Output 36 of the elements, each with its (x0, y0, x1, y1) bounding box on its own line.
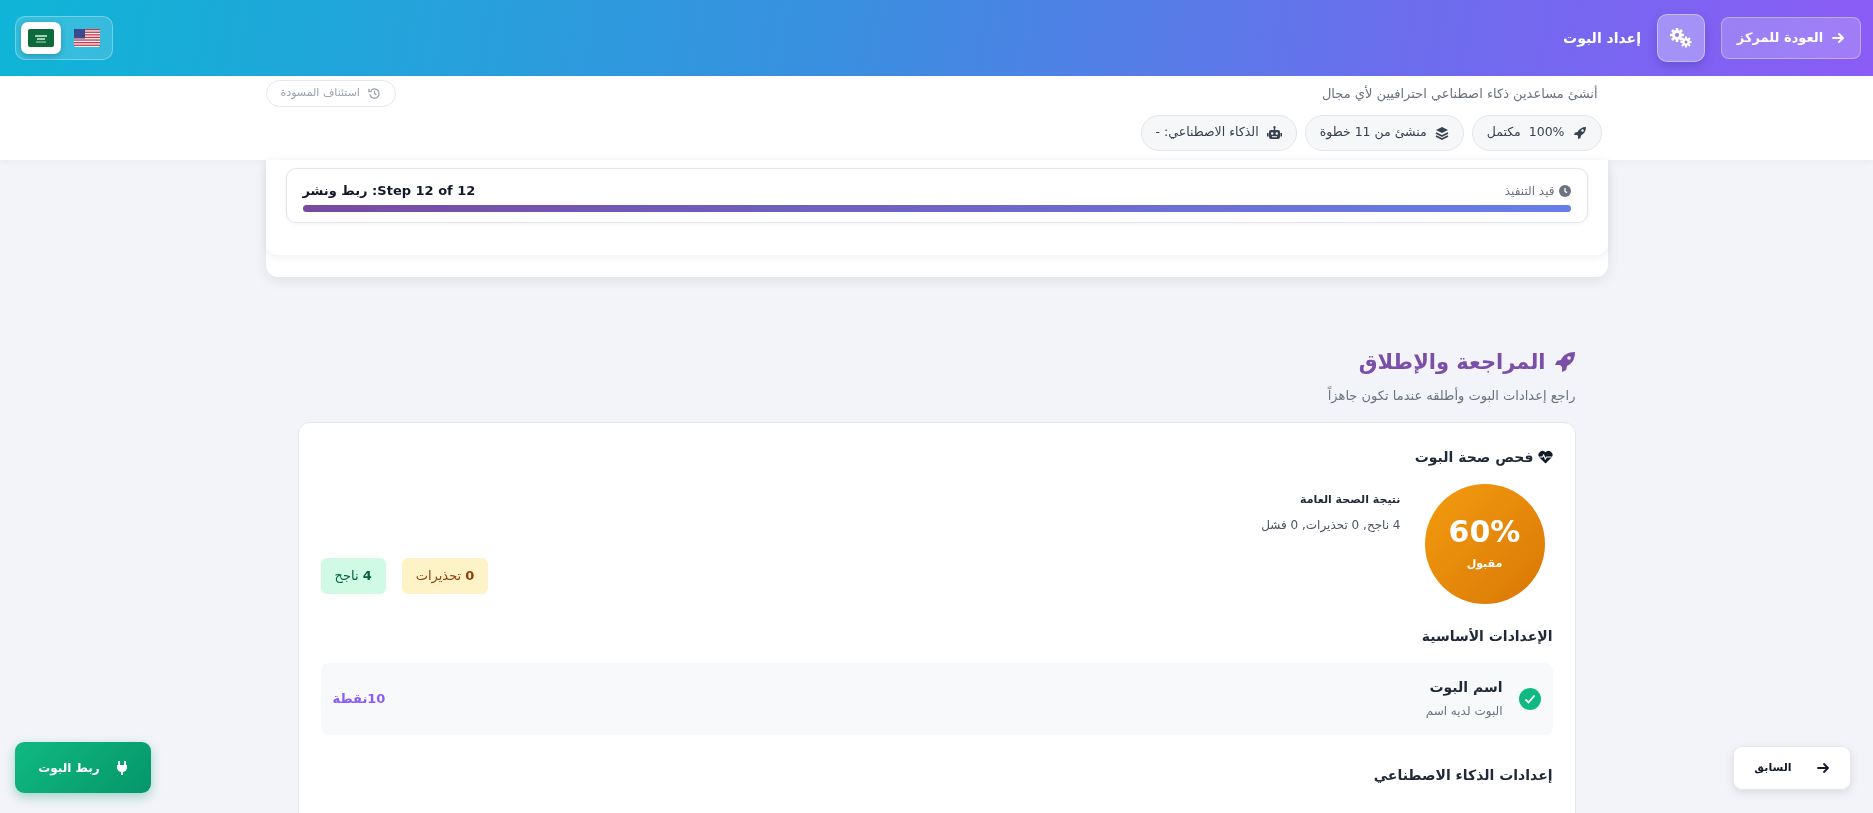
section-subtitle: راجع إعدادات البوت وأطلقه عندما تكون جاهزاً (1326, 386, 1576, 406)
group-title: إعدادات الذكاء الاصطناعي (1372, 765, 1553, 785)
gears-icon (1668, 27, 1694, 49)
rocket-icon (1553, 351, 1576, 374)
group-title: الإعدادات الأساسية (1420, 626, 1553, 646)
arrow-icon (1831, 31, 1846, 45)
previous-button[interactable]: السابق (1733, 746, 1851, 790)
layers-icon (1434, 125, 1449, 140)
resume-draft-button[interactable]: استئناف المسودة (265, 80, 396, 107)
robot-icon (1266, 125, 1282, 140)
card-title: فحص صحة البوت (1414, 447, 1534, 468)
flag-icon (28, 29, 54, 47)
history-icon (367, 86, 381, 100)
summary-title: نتيجة الصحة العامة (1299, 491, 1401, 508)
settings-button[interactable] (1657, 14, 1705, 62)
section-title: المراجعة والإطلاق (1358, 348, 1546, 376)
subtitle: أنشئ مساعدين ذكاء اصطناعي احترافيين لأي مجال (1321, 84, 1598, 103)
step-label: Step 12 of 12: ربط ونشر (302, 182, 476, 200)
arrow-icon (1815, 761, 1830, 775)
page-title: إعداد البوت (1563, 28, 1641, 49)
connect-bot-button[interactable]: ربط البوت (15, 742, 151, 793)
check-name: اسم البوت (1428, 678, 1503, 698)
info-chip: الذكاء الاصطناعي: - (1140, 114, 1297, 151)
points-label: 10نقطة (332, 689, 386, 708)
plug-icon (115, 760, 128, 775)
heart-pulse-icon (1537, 450, 1553, 464)
language-button[interactable] (21, 22, 61, 54)
clock-icon (1558, 184, 1571, 197)
flag-icon (74, 29, 100, 47)
rocket-icon (1572, 125, 1587, 140)
summary-text: 4 ناجح, 0 تحذيرات, 0 فشل (1260, 517, 1401, 534)
check-description: البوت لديه اسم (1424, 703, 1503, 720)
status-label: قيد التنفيذ (1504, 182, 1555, 200)
info-chip: 100% مكتمل (1471, 114, 1602, 151)
back-button[interactable]: العودة للمركز (1721, 17, 1861, 59)
info-chip: منشئ من 11 خطوة (1304, 114, 1464, 151)
